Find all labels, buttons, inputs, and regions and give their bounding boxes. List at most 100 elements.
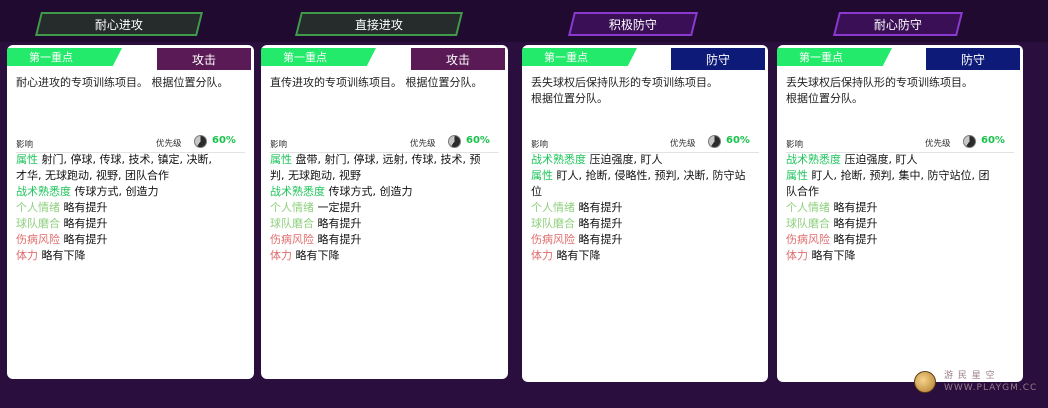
impact-value: 略有提升 [63,233,108,246]
impact-row: 球队磨合 略有提升 [531,216,759,232]
impact-row: 个人情绪 略有提升 [531,200,759,216]
impact-row: 属性 盯人, 抢断, 侵略性, 预判, 决断, 防守站 [531,168,759,184]
type-badge: 防守 [671,48,765,70]
impact-key: 个人情绪 [16,201,60,214]
training-tab-label: 耐心防守 [873,17,922,32]
impact-key: 战术熟悉度 [531,153,586,166]
impact-row: 体力 略有下降 [270,248,499,264]
impact-row: 位 [531,184,759,200]
impact-value: 传球方式, 创造力 [328,185,413,198]
priority-label: 优先级 [925,139,951,149]
watermark-logo-icon [914,371,936,393]
impact-value: 略有提升 [63,217,108,230]
impact-label: 影响 [270,140,288,150]
impact-row: 战术熟悉度 压迫强度, 盯人 [531,152,759,168]
impact-key: 体力 [531,249,553,262]
impact-row: 伤病风险 略有提升 [270,232,499,248]
impact-value: 略有提升 [833,217,878,230]
card-description: 丢失球权后保持队形的专项训练项目。 根据位置分队。 [786,76,973,105]
impact-value: 略有下降 [295,249,340,262]
impact-row: 战术熟悉度 传球方式, 创造力 [16,184,245,200]
focus-badge: 第一重点 [522,48,637,66]
impact-key: 体力 [786,249,808,262]
impact-value: 略有提升 [833,233,878,246]
impact-value: 略有提升 [578,217,623,230]
impact-key: 个人情绪 [531,201,575,214]
impact-value: 判, 无球跑动, 视野 [270,169,361,182]
impact-value: 略有下降 [556,249,601,262]
impact-key: 属性 [786,169,808,182]
priority-pie-icon [708,135,721,148]
focus-badge: 第一重点 [7,48,122,66]
impact-key: 个人情绪 [270,201,314,214]
priority-pie-icon [963,135,976,148]
impact-list: 战术熟悉度 压迫强度, 盯人 属性 盯人, 抢断, 预判, 集中, 防守站位, 团… [786,152,1014,264]
impact-row: 属性 射门, 停球, 传球, 技术, 镇定, 决断, [16,152,245,168]
impact-value: 压迫强度, 盯人 [844,153,918,166]
focus-badge: 第一重点 [261,48,376,66]
impact-value: 位 [531,185,542,198]
impact-key: 伤病风险 [270,233,314,246]
impact-row: 体力 略有下降 [786,248,1014,264]
priority-label: 优先级 [410,139,436,149]
impact-value: 射门, 停球, 传球, 技术, 镇定, 决断, [41,153,212,166]
impact-list: 战术熟悉度 压迫强度, 盯人 属性 盯人, 抢断, 侵略性, 预判, 决断, 防守… [531,152,759,264]
impact-key: 体力 [270,249,292,262]
card-description: 耐心进攻的专项训练项目。 根据位置分队。 [16,76,229,89]
impact-row: 伤病风险 略有提升 [16,232,245,248]
impact-key: 球队磨合 [786,217,830,230]
impact-row: 伤病风险 略有提升 [531,232,759,248]
impact-label: 影响 [531,140,549,150]
impact-label: 影响 [786,140,804,150]
priority-label: 优先级 [670,139,696,149]
training-tab-3[interactable]: 耐心防守 [833,12,963,36]
watermark-title: 游 民 星 空 [944,371,996,381]
impact-value: 队合作 [786,185,819,198]
training-tab-label: 积极防守 [608,17,657,32]
impact-key: 战术熟悉度 [16,185,71,198]
type-badge: 攻击 [157,48,251,70]
impact-key: 战术熟悉度 [786,153,841,166]
training-card[interactable]: 第一重点 攻击 直传进攻的专项训练项目。 根据位置分队。 影响 优先级 60% 属性 盘带,… [261,45,508,379]
type-badge: 防守 [926,48,1020,70]
priority-value: 60% [466,135,490,146]
training-card[interactable]: 第一重点 防守 丢失球权后保持队形的专项训练项目。 根据位置分队。 影响 优先级 60% 战… [522,45,768,382]
impact-key: 属性 [16,153,38,166]
impact-row: 属性 盘带, 射门, 停球, 远射, 传球, 技术, 预 [270,152,499,168]
priority-label: 优先级 [156,139,182,149]
priority-value: 60% [981,135,1005,146]
impact-key: 球队磨合 [531,217,575,230]
impact-key: 属性 [531,169,553,182]
training-tab-1[interactable]: 直接进攻 [295,12,463,36]
impact-label: 影响 [16,140,34,150]
impact-key: 战术熟悉度 [270,185,325,198]
impact-key: 属性 [270,153,292,166]
impact-key: 个人情绪 [786,201,830,214]
impact-key: 伤病风险 [531,233,575,246]
impact-row: 体力 略有下降 [16,248,245,264]
impact-row: 战术熟悉度 压迫强度, 盯人 [786,152,1014,168]
impact-value: 略有提升 [833,201,878,214]
training-tab-2[interactable]: 积极防守 [568,12,698,36]
training-tab-label: 直接进攻 [354,17,403,32]
impact-key: 伤病风险 [16,233,60,246]
impact-value: 才华, 无球跑动, 视野, 团队合作 [16,169,169,182]
impact-row: 伤病风险 略有提升 [786,232,1014,248]
training-card[interactable]: 第一重点 防守丢失球权后保持队形的专项训练项目。 根据位置分队。影响 优先级 60% 战… [777,45,1023,382]
impact-row: 球队磨合 略有提升 [16,216,245,232]
impact-value: 略有下降 [41,249,86,262]
training-tab-0[interactable]: 耐心进攻 [35,12,203,36]
impact-value: 略有提升 [578,233,623,246]
priority-pie-icon [448,135,461,148]
impact-value: 一定提升 [317,201,362,214]
impact-row: 判, 无球跑动, 视野 [270,168,499,184]
focus-badge: 第一重点 [777,48,892,66]
impact-row: 球队磨合 略有提升 [270,216,499,232]
impact-row: 队合作 [786,184,1014,200]
impact-value: 压迫强度, 盯人 [589,153,663,166]
impact-row: 个人情绪 一定提升 [270,200,499,216]
impact-value: 略有提升 [317,217,362,230]
training-card[interactable]: 第一重点 攻击 耐心进攻的专项训练项目。 根据位置分队。 影响 优先级 60% 属性 射门,… [7,45,254,379]
impact-value: 盯人, 抢断, 预判, 集中, 防守站位, 团 [811,169,990,182]
impact-value: 略有提升 [317,233,362,246]
